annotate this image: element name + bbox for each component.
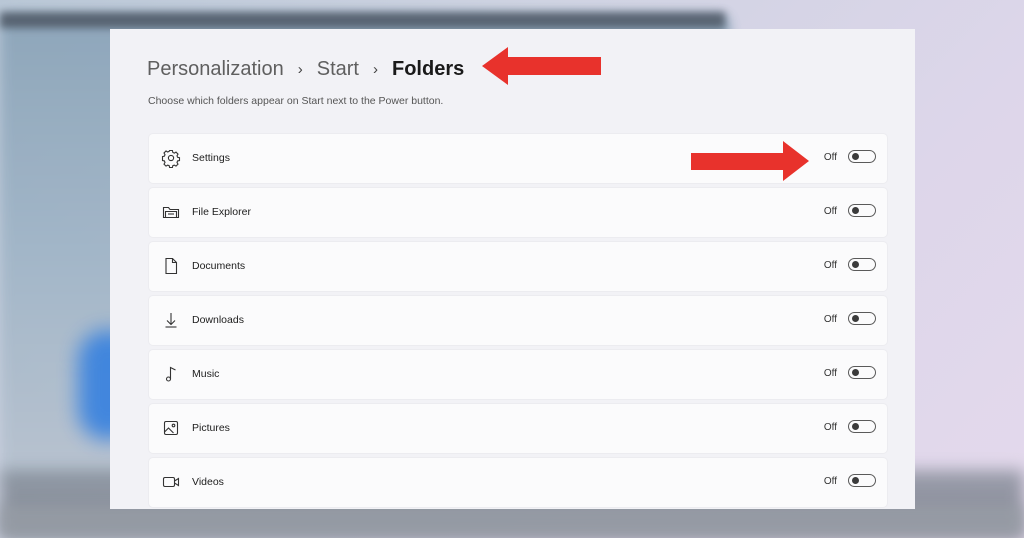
toggle-knob bbox=[852, 153, 859, 160]
toggle-state-text: Off bbox=[823, 260, 837, 271]
breadcrumb-separator-icon: › bbox=[297, 60, 303, 78]
folder-row-documents[interactable]: Documents Off bbox=[149, 242, 887, 291]
folder-label: Documents bbox=[192, 260, 246, 272]
folder-label: Music bbox=[192, 368, 220, 380]
documents-toggle[interactable] bbox=[848, 258, 876, 271]
settings-panel: Personalization › Start › Folders Choose… bbox=[110, 29, 915, 509]
background-laptop-bezel bbox=[0, 12, 725, 28]
folder-row-downloads[interactable]: Downloads Off bbox=[149, 296, 887, 345]
folder-row-videos[interactable]: Videos Off bbox=[149, 458, 887, 507]
folder-label: Downloads bbox=[192, 314, 244, 326]
folder-label: Pictures bbox=[192, 422, 230, 434]
folder-label: Settings bbox=[192, 152, 230, 164]
folder-row-file-explorer[interactable]: File Explorer Off bbox=[149, 188, 887, 237]
folder-row-music[interactable]: Music Off bbox=[149, 350, 887, 399]
document-icon bbox=[165, 257, 178, 275]
video-camera-icon bbox=[162, 476, 180, 488]
settings-toggle[interactable] bbox=[848, 150, 876, 163]
annotation-arrow-right bbox=[691, 141, 809, 181]
pictures-toggle[interactable] bbox=[848, 420, 876, 433]
folder-label: Videos bbox=[192, 476, 224, 488]
toggle-state-text: Off bbox=[823, 152, 837, 163]
toggle-knob bbox=[852, 261, 859, 268]
breadcrumb-separator-icon: › bbox=[373, 60, 378, 78]
toggle-state-text: Off bbox=[823, 476, 837, 487]
downloads-toggle[interactable] bbox=[848, 312, 876, 325]
breadcrumb-start[interactable]: Start bbox=[317, 58, 359, 81]
file-explorer-toggle[interactable] bbox=[848, 204, 876, 217]
toggle-state-text: Off bbox=[823, 422, 837, 433]
folder-list: Settings Off File Explorer Off Documents… bbox=[149, 134, 887, 509]
toggle-state-text: Off bbox=[823, 314, 837, 325]
page-description: Choose which folders appear on Start nex… bbox=[148, 95, 444, 107]
annotation-arrow-left bbox=[482, 47, 601, 85]
toggle-knob bbox=[852, 477, 859, 484]
page-title: Folders bbox=[392, 57, 465, 80]
picture-icon bbox=[163, 420, 179, 436]
music-note-icon bbox=[165, 366, 176, 382]
folder-label: File Explorer bbox=[192, 206, 251, 218]
videos-toggle[interactable] bbox=[848, 474, 876, 487]
gear-icon bbox=[161, 149, 181, 168]
download-icon bbox=[165, 313, 177, 328]
folder-row-pictures[interactable]: Pictures Off bbox=[149, 404, 887, 453]
toggle-knob bbox=[852, 207, 859, 214]
breadcrumb-personalization[interactable]: Personalization bbox=[147, 58, 284, 81]
background-desk bbox=[0, 505, 1024, 538]
toggle-knob bbox=[852, 369, 859, 376]
toggle-state-text: Off bbox=[823, 368, 837, 379]
toggle-knob bbox=[852, 315, 859, 322]
toggle-state-text: Off bbox=[823, 206, 837, 217]
music-toggle[interactable] bbox=[848, 366, 876, 379]
breadcrumb: Personalization › Start › Folders bbox=[147, 56, 464, 82]
folder-icon bbox=[162, 206, 180, 219]
toggle-knob bbox=[852, 423, 859, 430]
